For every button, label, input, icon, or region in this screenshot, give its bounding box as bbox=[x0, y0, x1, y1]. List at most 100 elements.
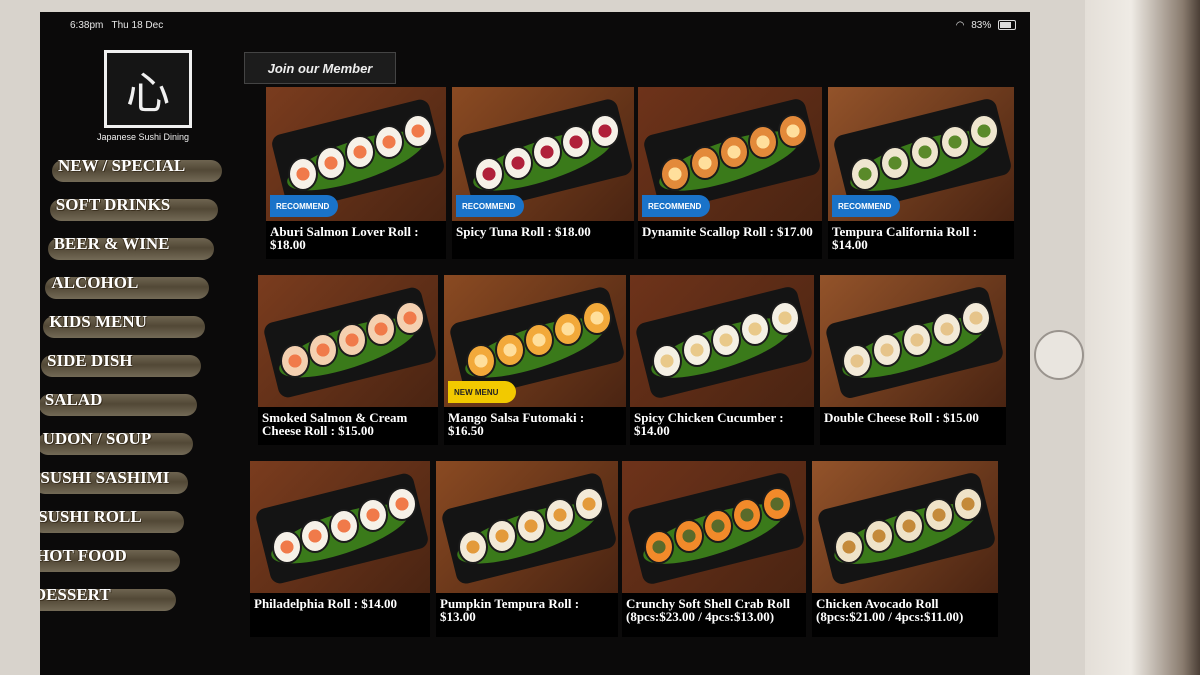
sushi-piece bbox=[931, 311, 962, 346]
menu-item-card[interactable]: RECOMMEND Tempura California Roll : $14.0… bbox=[828, 87, 1014, 259]
sushi-piece bbox=[402, 113, 433, 148]
dish-photo bbox=[812, 461, 998, 593]
dish-name-price: Crunchy Soft Shell Crab Roll (8pcs:$23.0… bbox=[626, 596, 790, 624]
status-time: 6:38pm Thu 18 Dec bbox=[70, 20, 163, 31]
sushi-piece bbox=[901, 322, 932, 357]
dish-name-price: Pumpkin Tempura Roll : $13.00 bbox=[440, 596, 580, 624]
dish-name-price: Dynamite Scallop Roll : $17.00 bbox=[642, 224, 813, 239]
menu-item-card[interactable]: Chicken Avocado Roll (8pcs:$21.00 / 4pcs… bbox=[812, 461, 998, 637]
menu-item-card[interactable]: Philadelphia Roll : $14.00 bbox=[250, 461, 430, 637]
sushi-piece bbox=[834, 529, 865, 564]
dish-name-price: Smoked Salmon & Cream Cheese Roll : $15.… bbox=[262, 410, 408, 438]
sushi-piece bbox=[374, 124, 404, 159]
logo-icon: 心 bbox=[104, 50, 192, 128]
sushi-piece bbox=[893, 508, 924, 543]
sushi-piece bbox=[524, 322, 555, 357]
sushi-piece bbox=[923, 497, 954, 532]
menu-item-card[interactable]: Spicy Chicken Cucumber : $14.00 bbox=[630, 275, 814, 445]
dish-name-price: Spicy Chicken Cucumber : $14.00 bbox=[634, 410, 784, 438]
dish-name-price: Mango Salsa Futomaki : $16.50 bbox=[448, 410, 585, 438]
menu-category-label: SOFT DRINKS bbox=[55, 195, 171, 214]
sushi-piece bbox=[909, 135, 940, 170]
menu-category-label: SUSHI ROLL bbox=[40, 507, 142, 526]
sushi-piece bbox=[502, 145, 533, 180]
dish-photo bbox=[622, 461, 806, 593]
menu-item-card[interactable]: Pumpkin Tempura Roll : $13.00 bbox=[436, 461, 618, 637]
status-right: ◠ 83% bbox=[956, 20, 1016, 31]
sushi-piece bbox=[761, 487, 792, 522]
menu-category-beer-wine[interactable]: BEER & WINE bbox=[40, 230, 225, 269]
menu-category-label: KIDS MENU bbox=[49, 312, 147, 331]
menu-item-card[interactable]: Double Cheese Roll : $15.00 bbox=[820, 275, 1006, 445]
dish-name-price: Philadelphia Roll : $14.00 bbox=[254, 596, 398, 611]
sushi-piece bbox=[494, 333, 525, 368]
sushi-piece bbox=[473, 156, 504, 191]
menu-item-card[interactable]: Crunchy Soft Shell Crab Roll (8pcs:$23.0… bbox=[622, 461, 806, 637]
menu-category-label: DESSERT bbox=[40, 585, 111, 604]
recommend-badge: RECOMMEND bbox=[832, 195, 900, 217]
status-time-text: 6:38pm bbox=[70, 20, 104, 31]
dish-photo: RECOMMEND bbox=[452, 87, 634, 221]
battery-icon bbox=[998, 20, 1016, 31]
menu-item-card[interactable]: Smoked Salmon & Cream Cheese Roll : $15.… bbox=[258, 275, 438, 445]
menu-category-label: NEW / SPECIAL bbox=[58, 156, 186, 175]
home-button[interactable] bbox=[1034, 330, 1084, 380]
menu-category-sushi-sashimi[interactable]: SUSHI SASHIMI bbox=[40, 464, 225, 503]
brand-tagline: Japanese Sushi Dining bbox=[96, 132, 190, 142]
category-menu: NEW / SPECIAL SOFT DRINKS BEER & WINE ALCOH… bbox=[40, 152, 225, 620]
dish-photo: NEW MENU bbox=[444, 275, 626, 407]
sushi-piece bbox=[366, 311, 396, 346]
sushi-piece bbox=[689, 145, 720, 180]
sushi-piece bbox=[329, 508, 360, 543]
new-menu-badge: NEW MENU bbox=[448, 381, 516, 403]
menu-category-sushi-roll[interactable]: SUSHI ROLL bbox=[40, 503, 225, 542]
menu-category-alcohol[interactable]: ALCOHOL bbox=[40, 269, 225, 308]
sushi-piece bbox=[769, 301, 800, 336]
sushi-piece bbox=[279, 343, 310, 378]
menu-category-kids-menu[interactable]: KIDS MENU bbox=[40, 308, 225, 347]
dish-name-price: Tempura California Roll : $14.00 bbox=[832, 224, 978, 252]
join-member-button[interactable]: Join our Member bbox=[244, 52, 396, 84]
menu-category-side-dish[interactable]: SIDE DISH bbox=[40, 347, 225, 386]
brand-logo[interactable]: 心 Japanese Sushi Dining bbox=[97, 50, 198, 150]
sushi-piece bbox=[561, 124, 592, 159]
menu-item-card[interactable]: RECOMMEND Dynamite Scallop Roll : $17.00 bbox=[638, 87, 822, 259]
menu-item-card[interactable]: RECOMMEND Aburi Salmon Lover Roll : $18.0… bbox=[266, 87, 446, 259]
wifi-icon: ◠ bbox=[955, 20, 965, 31]
menu-category-new-special[interactable]: NEW / SPECIAL bbox=[40, 152, 225, 191]
dish-photo bbox=[250, 461, 430, 593]
menu-item-grid: RECOMMEND Aburi Salmon Lover Roll : $18.0… bbox=[210, 87, 1020, 672]
dish-name-price: Spicy Tuna Roll : $18.00 bbox=[456, 224, 591, 239]
sushi-piece bbox=[710, 322, 741, 357]
dish-name-price: Chicken Avocado Roll (8pcs:$21.00 / 4pcs… bbox=[816, 596, 964, 624]
dish-photo bbox=[258, 275, 438, 407]
menu-category-hot-food[interactable]: HOT FOOD bbox=[40, 542, 225, 581]
sushi-piece bbox=[673, 519, 704, 554]
sushi-piece bbox=[457, 529, 488, 564]
app-screen: 6:38pm Thu 18 Dec ◠ 83% 心 Japanese Sushi… bbox=[40, 12, 1030, 675]
menu-category-salad[interactable]: SALAD bbox=[40, 386, 225, 425]
menu-category-soft-drinks[interactable]: SOFT DRINKS bbox=[40, 191, 225, 230]
sushi-piece bbox=[553, 311, 584, 346]
menu-item-card[interactable]: NEW MENU Mango Salsa Futomaki : $16.50 bbox=[444, 275, 626, 445]
dish-name-price: Aburi Salmon Lover Roll : $18.00 bbox=[270, 224, 419, 252]
battery-text: 83% bbox=[971, 20, 992, 31]
sushi-piece bbox=[864, 519, 895, 554]
sushi-piece bbox=[287, 156, 318, 191]
menu-item-card[interactable]: RECOMMEND Spicy Tuna Roll : $18.00 bbox=[452, 87, 634, 259]
sushi-piece bbox=[271, 529, 302, 564]
dish-photo bbox=[436, 461, 618, 593]
sushi-piece bbox=[590, 113, 621, 148]
sushi-piece bbox=[486, 519, 517, 554]
menu-category-dessert[interactable]: DESSERT bbox=[40, 581, 225, 620]
menu-category-udon-soup[interactable]: UDON / SOUP bbox=[40, 425, 225, 464]
menu-category-label: UDON / SOUP bbox=[42, 429, 152, 448]
recommend-badge: RECOMMEND bbox=[642, 195, 710, 217]
recommend-badge: RECOMMEND bbox=[456, 195, 524, 217]
menu-category-label: SALAD bbox=[44, 390, 103, 409]
menu-category-label: SUSHI SASHIMI bbox=[40, 468, 170, 487]
sushi-piece bbox=[850, 156, 881, 191]
dish-name-price: Double Cheese Roll : $15.00 bbox=[824, 410, 979, 425]
sushi-piece bbox=[702, 508, 733, 543]
dish-photo bbox=[820, 275, 1006, 407]
